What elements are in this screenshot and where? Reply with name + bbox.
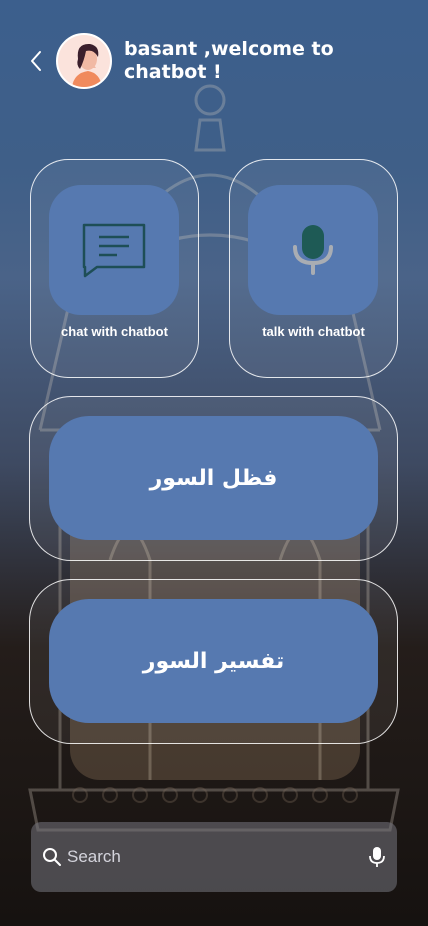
surah-tafsir-button[interactable]: تفسير السور <box>49 599 378 723</box>
microphone-icon[interactable] <box>367 846 387 868</box>
chevron-left-icon <box>31 51 41 71</box>
talk-with-chatbot-card[interactable]: talk with chatbot <box>229 159 398 378</box>
header: basant ,welcome to chatbot ! <box>22 32 412 90</box>
talk-card-label: talk with chatbot <box>262 324 365 339</box>
search-icon <box>43 848 61 866</box>
microphone-icon <box>293 225 333 275</box>
page-title: basant ,welcome to chatbot ! <box>124 38 334 83</box>
avatar[interactable] <box>56 33 112 89</box>
user-avatar-icon <box>58 35 110 87</box>
chat-with-chatbot-card[interactable]: chat with chatbot <box>30 159 199 378</box>
talk-tile[interactable] <box>248 185 378 315</box>
chat-card-label: chat with chatbot <box>61 324 168 339</box>
chat-bubble-icon <box>82 223 146 278</box>
surah-virtues-card: فظل السور <box>29 396 398 561</box>
surah-virtues-button[interactable]: فظل السور <box>49 416 378 540</box>
surah-tafsir-card: تفسير السور <box>29 579 398 744</box>
chat-tile[interactable] <box>49 185 179 315</box>
search-bar[interactable] <box>31 822 397 892</box>
back-button[interactable] <box>22 47 50 75</box>
search-input[interactable] <box>67 847 367 867</box>
